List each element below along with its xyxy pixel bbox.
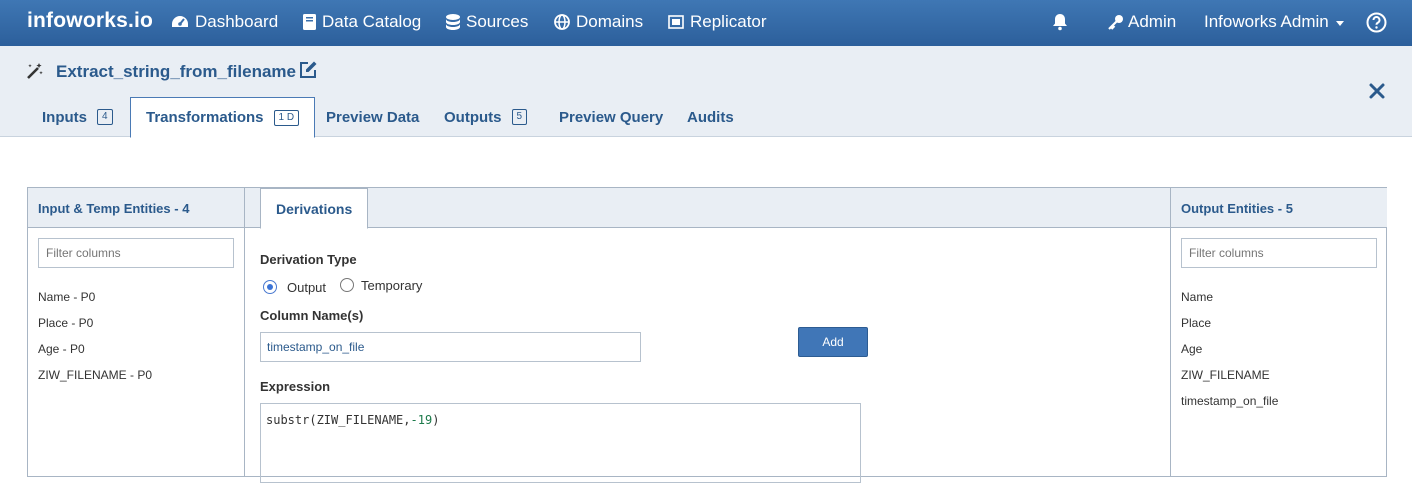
brand-logo[interactable]: infoworks.io — [27, 9, 153, 33]
input-column-item[interactable]: ZIW_FILENAME - P0 — [38, 368, 152, 382]
tab-outputs-label: Outputs — [444, 108, 502, 126]
tab-preview-data[interactable]: Preview Data — [326, 97, 419, 137]
edit-icon[interactable] — [298, 60, 318, 85]
database-icon — [446, 13, 460, 30]
input-entities-panel: Input & Temp Entities - 4 Name - P0 Plac… — [28, 188, 245, 476]
output-column-item[interactable]: ZIW_FILENAME — [1181, 368, 1270, 382]
radio-temporary[interactable] — [340, 278, 354, 292]
nav-data-catalog-label: Data Catalog — [322, 12, 422, 31]
user-menu-dropdown[interactable]: Infoworks Admin — [1204, 12, 1344, 32]
input-column-item[interactable]: Age - P0 — [38, 342, 85, 356]
output-entities-title: Output Entities - 5 — [1181, 201, 1293, 216]
help-icon — [1366, 12, 1387, 33]
input-column-item[interactable]: Name - P0 — [38, 290, 95, 304]
top-navbar: infoworks.io Dashboard Data Catalog Sour… — [0, 0, 1412, 46]
expression-editor[interactable]: substr(ZIW_FILENAME,-19) — [260, 403, 861, 483]
radio-output[interactable] — [263, 280, 277, 294]
nav-dashboard-label: Dashboard — [195, 12, 279, 31]
output-column-item[interactable]: Name — [1181, 290, 1213, 304]
nav-data-catalog[interactable]: Data Catalog — [303, 12, 421, 32]
tab-audits[interactable]: Audits — [687, 97, 734, 137]
input-entities-header: Input & Temp Entities - 4 — [28, 188, 244, 228]
tab-derivations-label: Derivations — [276, 200, 353, 217]
transformation-workspace: Input & Temp Entities - 4 Name - P0 Plac… — [27, 187, 1387, 483]
input-entities-title: Input & Temp Entities - 4 — [38, 201, 190, 216]
radio-output-label[interactable]: Output — [287, 280, 326, 295]
book-icon — [303, 14, 316, 30]
tab-transformations-badge: 1 D — [273, 109, 300, 126]
dashboard-icon — [172, 16, 188, 27]
close-icon[interactable] — [1368, 82, 1386, 105]
notifications-button[interactable] — [1051, 13, 1069, 31]
bell-icon — [1053, 14, 1067, 31]
output-column-item[interactable]: Age — [1181, 342, 1202, 356]
user-label: Infoworks Admin — [1204, 12, 1329, 31]
output-filter-columns[interactable] — [1181, 238, 1377, 268]
chevron-down-icon — [1335, 20, 1344, 26]
tab-inputs[interactable]: Inputs 4 — [42, 97, 113, 137]
nav-domains-label: Domains — [576, 12, 644, 31]
key-icon — [1108, 15, 1123, 30]
nav-replicator[interactable]: Replicator — [668, 12, 767, 32]
expression-text: substr(ZIW_FILENAME, — [266, 413, 411, 427]
column-name-input[interactable]: timestamp_on_file — [260, 332, 641, 362]
output-column-item[interactable]: Place — [1181, 316, 1211, 330]
tab-preview-query-label: Preview Query — [559, 108, 664, 126]
magic-wand-icon — [26, 62, 44, 85]
nav-sources[interactable]: Sources — [446, 12, 528, 32]
tab-derivations[interactable]: Derivations — [260, 188, 369, 229]
input-column-item[interactable]: Place - P0 — [38, 316, 93, 330]
tab-outputs[interactable]: Outputs 5 — [444, 97, 528, 137]
output-entities-panel: Output Entities - 5 Name Place Age ZIW_F… — [1170, 188, 1387, 476]
tab-inputs-badge: 4 — [97, 109, 113, 125]
output-column-item[interactable]: timestamp_on_file — [1181, 394, 1278, 408]
radio-temporary-label[interactable]: Temporary — [361, 278, 422, 293]
nav-sources-label: Sources — [466, 12, 529, 31]
tab-transformations-label: Transformations — [146, 109, 264, 126]
expression-label: Expression — [260, 379, 331, 394]
replicator-icon — [668, 15, 684, 29]
nav-dashboard[interactable]: Dashboard — [171, 12, 278, 32]
page-title: Extract_string_from_filename — [56, 62, 296, 81]
tab-audits-label: Audits — [687, 108, 734, 126]
input-filter-columns[interactable] — [38, 238, 234, 268]
column-names-label: Column Name(s) — [260, 308, 364, 323]
tab-preview-data-label: Preview Data — [326, 108, 420, 126]
globe-icon — [554, 14, 570, 30]
center-tabs-bar: Derivations — [245, 188, 1170, 229]
admin-menu[interactable]: Admin — [1107, 12, 1176, 32]
expression-number: -19 — [410, 413, 433, 427]
tab-preview-query[interactable]: Preview Query — [559, 97, 663, 137]
add-button[interactable]: Add — [798, 327, 868, 357]
tab-transformations[interactable]: Transformations 1 D — [130, 97, 316, 138]
nav-replicator-label: Replicator — [690, 12, 767, 31]
derivation-type-label: Derivation Type — [260, 252, 357, 267]
expression-suffix: ) — [432, 413, 440, 427]
tab-outputs-badge: 5 — [511, 109, 528, 125]
help-button[interactable] — [1366, 12, 1387, 33]
output-entities-header: Output Entities - 5 — [1171, 188, 1387, 228]
nav-domains[interactable]: Domains — [554, 12, 643, 32]
tab-inputs-label: Inputs — [42, 108, 87, 126]
admin-label: Admin — [1128, 12, 1177, 31]
